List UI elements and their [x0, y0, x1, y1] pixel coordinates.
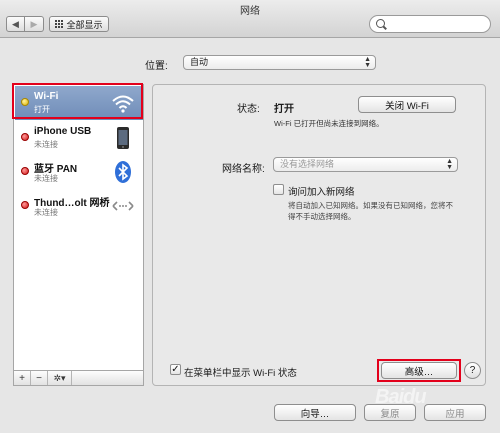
service-item-thunderbolt-bridge[interactable]: Thund…olt 网桥 未连接: [15, 189, 143, 223]
service-name: Wi-Fi: [34, 91, 59, 102]
checkmark-icon: ✓: [171, 364, 180, 375]
forward-button[interactable]: ▶: [25, 16, 44, 32]
up-down-arrows-icon: ▲ ▼: [446, 158, 453, 171]
status-dot-icon: [21, 133, 29, 141]
service-status: 未连接: [34, 140, 58, 149]
status-dot-icon: [21, 98, 29, 106]
gear-menu-button[interactable]: ✲▾: [48, 371, 72, 385]
nav-buttons: ◀ ▶: [6, 16, 44, 32]
show-all-label: 全部显示: [66, 19, 103, 30]
service-detail-pane: [152, 84, 486, 386]
search-input[interactable]: [369, 15, 491, 33]
bluetooth-icon: [115, 161, 131, 183]
advanced-button[interactable]: 高级…: [381, 362, 457, 379]
service-item-bluetooth-pan[interactable]: 蓝牙 PAN 未连接: [15, 155, 143, 189]
location-select[interactable]: 自动 ▲ ▼: [183, 55, 376, 70]
network-name-label: 网络名称:: [222, 164, 265, 175]
show-wifi-status-label: 在菜单栏中显示 Wi-Fi 状态: [184, 368, 297, 379]
revert-button[interactable]: 复原: [364, 404, 416, 421]
iphone-icon: [117, 127, 129, 149]
service-list-controls: + − ✲▾: [13, 370, 144, 386]
service-name: iPhone USB: [34, 126, 92, 137]
location-value: 自动: [190, 57, 209, 67]
status-dot-icon: [21, 201, 29, 209]
add-service-button[interactable]: +: [14, 371, 31, 385]
ask-join-label: 询问加入新网络: [288, 187, 355, 198]
network-name-select[interactable]: 没有选择网络 ▲ ▼: [273, 157, 458, 172]
up-down-arrows-icon: ▲ ▼: [364, 56, 371, 69]
status-dot-icon: [21, 167, 29, 175]
service-status: 打开: [34, 105, 50, 114]
status-label: 状态:: [237, 104, 260, 115]
show-wifi-status-checkbox[interactable]: ✓: [170, 364, 181, 375]
help-button[interactable]: ?: [464, 362, 481, 379]
ask-join-checkbox[interactable]: [273, 184, 284, 195]
apply-button[interactable]: 应用: [424, 404, 486, 421]
service-list: Wi-Fi 打开 iPhone USB 未连接 蓝牙 PAN 未连接 Thund…: [13, 84, 144, 386]
show-all-button[interactable]: 全部显示: [49, 16, 109, 32]
search-icon: [376, 19, 385, 28]
service-item-wifi[interactable]: Wi-Fi 打开: [15, 86, 143, 120]
service-item-iphone-usb[interactable]: iPhone USB 未连接: [15, 121, 143, 155]
back-button[interactable]: ◀: [6, 16, 25, 32]
service-status: 未连接: [34, 208, 58, 217]
remove-service-button[interactable]: −: [31, 371, 48, 385]
network-name-placeholder: 没有选择网络: [280, 159, 335, 169]
grid-icon: [55, 20, 64, 28]
location-label: 位置:: [145, 61, 168, 72]
wifi-icon: [112, 95, 134, 113]
status-value: 打开: [274, 104, 294, 115]
thunderbolt-bridge-icon: [112, 201, 134, 211]
status-description: Wi-Fi 已打开但尚未连接到网络。: [274, 119, 384, 128]
service-status: 未连接: [34, 174, 58, 183]
ask-join-description: 将自动加入已知网络。如果没有已知网络，您将不得不手动选择网络。: [288, 201, 453, 221]
assist-me-button[interactable]: 向导…: [274, 404, 356, 421]
turn-wifi-off-button[interactable]: 关闭 Wi-Fi: [358, 96, 456, 113]
toolbar: 网络 ◀ ▶ 全部显示: [0, 0, 500, 38]
network-preferences-window: 网络 ◀ ▶ 全部显示 位置: 自动 ▲ ▼ Wi-Fi 打开 iPhone U…: [0, 0, 500, 433]
